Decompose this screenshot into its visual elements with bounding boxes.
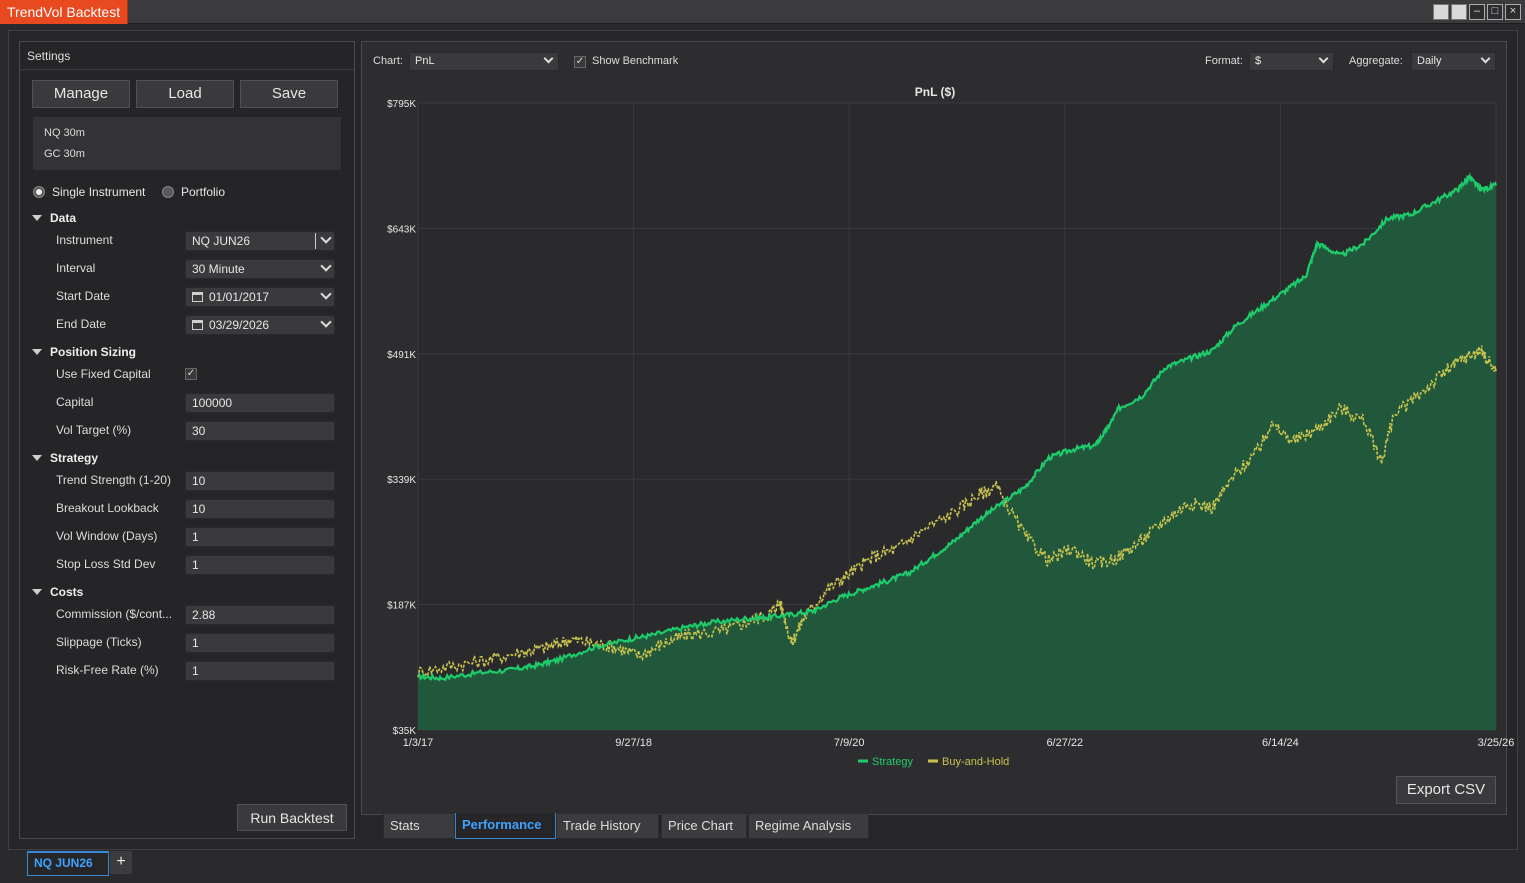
title-bar: TrendVol Backtest – □ × xyxy=(0,0,1525,24)
end-date-value: 03/29/2026 xyxy=(209,318,270,332)
section-costs[interactable]: Costs xyxy=(32,585,83,599)
preset-list: NQ 30m GC 30m xyxy=(33,117,341,170)
capital-label: Capital xyxy=(56,395,94,409)
maximize-icon[interactable]: □ xyxy=(1487,4,1503,20)
single-instrument-option[interactable]: Single Instrument xyxy=(33,185,145,199)
section-sizing-title: Position Sizing xyxy=(50,345,136,359)
chart-type-value: PnL xyxy=(415,55,435,67)
close-icon[interactable]: × xyxy=(1505,4,1521,20)
portfolio-radio[interactable] xyxy=(162,186,174,198)
collapse-icon[interactable] xyxy=(32,349,42,355)
portfolio-label: Portfolio xyxy=(181,185,226,199)
vol-window-label: Vol Window (Days) xyxy=(56,529,158,543)
chevron-down-icon[interactable] xyxy=(320,316,332,328)
vol-target-input[interactable]: 30 xyxy=(185,421,335,441)
start-date-value: 01/01/2017 xyxy=(209,290,270,304)
tab-stats[interactable]: Stats xyxy=(383,813,455,839)
section-strategy[interactable]: Strategy xyxy=(32,451,98,465)
preset-item[interactable]: GC 30m xyxy=(44,146,341,167)
aggregate-select[interactable]: Daily xyxy=(1411,52,1496,71)
chart-type-select[interactable]: PnL xyxy=(409,52,559,71)
risk-free-label: Risk-Free Rate (%) xyxy=(56,663,159,677)
risk-free-input[interactable]: 1 xyxy=(185,661,335,681)
interval-value: 30 Minute xyxy=(192,262,245,276)
interval-label: Interval xyxy=(56,261,96,275)
tab-regime-analysis[interactable]: Regime Analysis xyxy=(748,813,869,839)
aggregate-value: Daily xyxy=(1417,55,1442,67)
single-instrument-radio[interactable] xyxy=(33,186,45,198)
calendar-icon xyxy=(192,292,203,302)
section-strategy-title: Strategy xyxy=(50,451,99,465)
combo-separator xyxy=(315,233,316,249)
run-backtest-button[interactable]: Run Backtest xyxy=(237,804,347,831)
calendar-icon xyxy=(192,320,203,330)
app-window: TrendVol Backtest – □ × Settings Manage … xyxy=(0,0,1525,883)
commission-input[interactable]: 2.88 xyxy=(185,605,335,625)
doc-tab-nq-jun26[interactable]: NQ JUN26 xyxy=(27,851,109,876)
chevron-down-icon[interactable] xyxy=(320,232,332,244)
restore-down-icon[interactable] xyxy=(1433,4,1449,20)
vol-target-label: Vol Target (%) xyxy=(56,423,132,437)
chevron-down-icon[interactable] xyxy=(1480,53,1491,64)
collapse-icon[interactable] xyxy=(32,455,42,461)
fixed-capital-label: Use Fixed Capital xyxy=(56,367,151,381)
vol-window-input[interactable]: 1 xyxy=(185,527,335,547)
section-position-sizing[interactable]: Position Sizing xyxy=(32,345,136,359)
manage-button[interactable]: Manage xyxy=(32,80,130,108)
single-instrument-label: Single Instrument xyxy=(52,185,146,199)
instrument-value: NQ JUN26 xyxy=(192,234,251,248)
end-date-label: End Date xyxy=(56,317,107,331)
end-date-picker[interactable]: 03/29/2026 xyxy=(185,315,335,335)
format-value: $ xyxy=(1255,55,1262,67)
instrument-label: Instrument xyxy=(56,233,113,247)
settings-header: Settings xyxy=(20,42,354,70)
add-tab-icon[interactable]: + xyxy=(110,851,132,874)
trend-strength-input[interactable]: 10 xyxy=(185,471,335,491)
save-button[interactable]: Save xyxy=(240,80,338,108)
commission-label: Commission ($/cont... xyxy=(56,607,173,621)
minimize-icon[interactable]: – xyxy=(1469,4,1485,20)
load-button[interactable]: Load xyxy=(136,80,234,108)
section-data-title: Data xyxy=(50,211,77,225)
window-controls: – □ × xyxy=(1433,4,1521,20)
collapse-icon[interactable] xyxy=(32,589,42,595)
format-label: Format: xyxy=(1205,55,1243,67)
capital-input[interactable]: 100000 xyxy=(185,393,335,413)
chevron-down-icon[interactable] xyxy=(320,260,332,272)
trend-strength-label: Trend Strength (1-20) xyxy=(56,473,171,487)
export-csv-button[interactable]: Export CSV xyxy=(1396,776,1496,804)
fixed-capital-checkbox[interactable]: ✓ xyxy=(185,368,197,380)
tab-price-chart[interactable]: Price Chart xyxy=(661,813,747,839)
chart-type-label: Chart: xyxy=(373,55,403,67)
format-select[interactable]: $ xyxy=(1249,52,1334,71)
slippage-input[interactable]: 1 xyxy=(185,633,335,653)
app-title: TrendVol Backtest xyxy=(0,0,129,24)
chevron-down-icon[interactable] xyxy=(543,53,554,64)
interval-select[interactable]: 30 Minute xyxy=(185,259,335,279)
section-costs-title: Costs xyxy=(50,585,84,599)
stop-loss-label: Stop Loss Std Dev xyxy=(56,557,156,571)
stop-loss-input[interactable]: 1 xyxy=(185,555,335,575)
show-benchmark-checkbox[interactable]: ✓ xyxy=(574,56,586,68)
breakout-lookback-input[interactable]: 10 xyxy=(185,499,335,519)
section-data[interactable]: Data xyxy=(32,211,76,225)
show-benchmark-label: Show Benchmark xyxy=(592,55,679,67)
start-date-picker[interactable]: 01/01/2017 xyxy=(185,287,335,307)
tab-trade-history[interactable]: Trade History xyxy=(556,813,659,839)
collapse-icon[interactable] xyxy=(32,215,42,221)
chevron-down-icon[interactable] xyxy=(320,288,332,300)
start-date-label: Start Date xyxy=(56,289,111,303)
instrument-combo[interactable]: NQ JUN26 xyxy=(185,231,335,251)
preset-item[interactable]: NQ 30m xyxy=(44,125,341,146)
portfolio-option[interactable]: Portfolio xyxy=(162,185,225,199)
tab-performance[interactable]: Performance xyxy=(455,813,556,839)
settings-panel: Settings Manage Load Save NQ 30m GC 30m … xyxy=(19,41,355,839)
chevron-down-icon[interactable] xyxy=(1318,53,1329,64)
slippage-label: Slippage (Ticks) xyxy=(56,635,142,649)
breakout-lookback-label: Breakout Lookback xyxy=(56,501,159,515)
chart-panel xyxy=(361,41,1507,815)
float-icon[interactable] xyxy=(1451,4,1467,20)
aggregate-label: Aggregate: xyxy=(1349,55,1403,67)
